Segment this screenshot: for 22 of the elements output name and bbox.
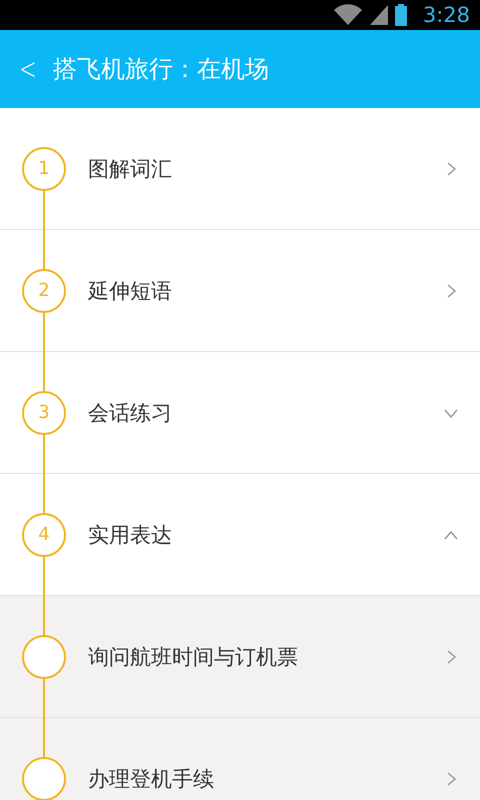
step-number: 4 [22, 512, 66, 556]
page-title: 搭飞机旅行：在机场 [53, 54, 270, 85]
lesson-title: 询问航班时间与订机票 [88, 644, 299, 670]
lesson-title: 延伸短语 [88, 278, 173, 304]
wifi-icon [332, 4, 363, 26]
lesson-title: 实用表达 [88, 522, 173, 548]
lesson-row[interactable]: 3 会话练习 [0, 352, 480, 474]
step-number: 2 [22, 268, 66, 312]
clock-time: 3:28 [422, 3, 470, 27]
lesson-title: 会话练习 [88, 400, 173, 426]
lesson-row[interactable]: 2 延伸短语 [0, 230, 480, 352]
step-circle [22, 756, 66, 800]
step-circle [22, 634, 66, 678]
signal-icon [368, 4, 389, 26]
battery-icon [394, 4, 407, 26]
lesson-title: 办理登机手续 [88, 766, 215, 792]
lesson-row[interactable]: 4 实用表达 [0, 474, 480, 596]
lesson-row[interactable]: 办理登机手续 [0, 718, 480, 800]
lesson-title: 图解词汇 [88, 156, 173, 182]
lesson-row[interactable]: 询问航班时间与订机票 [0, 596, 480, 718]
step-number: 1 [22, 146, 66, 190]
step-number: 3 [22, 390, 66, 434]
